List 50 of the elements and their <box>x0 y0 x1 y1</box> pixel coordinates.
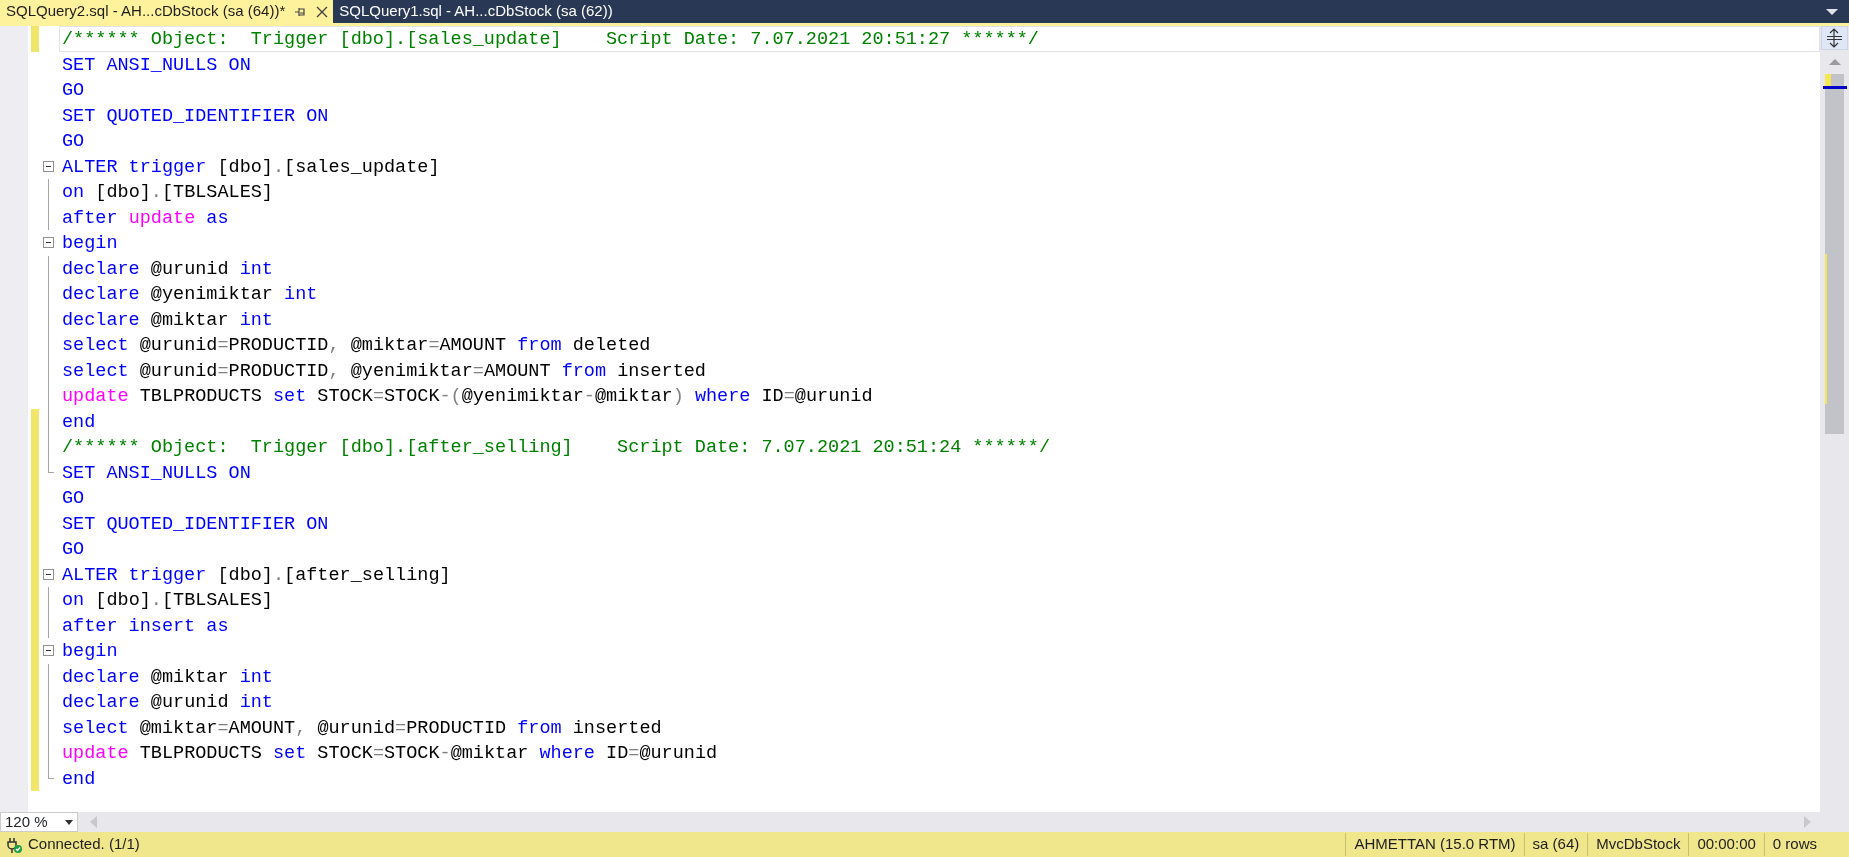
collapse-icon[interactable] <box>43 237 54 248</box>
code-line: select @miktar=AMOUNT, @urunid=PRODUCTID from inserted <box>61 716 663 740</box>
dropdown-icon[interactable] <box>1825 7 1839 16</box>
code-line: ALTER trigger [dbo].[sales_update] <box>61 155 441 179</box>
code-line: SET QUOTED_IDENTIFIER ON <box>61 104 330 128</box>
code-line: SET ANSI_NULLS ON <box>61 461 252 485</box>
code-line: after update as <box>61 206 230 230</box>
change-mark-indicator <box>1825 74 1831 86</box>
caret-icon <box>65 819 73 825</box>
code-line: GO <box>61 538 86 562</box>
status-field: sa (64) <box>1523 833 1588 856</box>
code-line: update TBLPRODUCTS set STOCK=STOCK-(@yenimiktar-@miktar) where ID=@urunid <box>61 385 874 409</box>
collapse-icon[interactable] <box>43 645 54 656</box>
code-line: update TBLPRODUCTS set STOCK=STOCK-@miktar where ID=@urunid <box>61 742 719 766</box>
document-tab[interactable]: SQLQuery2.sql - AH...cDbStock (sa (64))* <box>0 0 334 23</box>
code-line: end <box>61 410 97 434</box>
collapse-icon[interactable] <box>43 160 54 172</box>
code-line: SET ANSI_NULLS ON <box>61 53 252 77</box>
document-tab[interactable]: SQLQuery1.sql - AH...cDbStock (sa (62)) <box>333 0 619 23</box>
close-icon[interactable] <box>315 4 330 19</box>
caret-position-indicator <box>1823 86 1847 89</box>
code-line: begin <box>61 232 119 256</box>
status-field: 0 rows <box>1763 833 1825 856</box>
collapse-icon[interactable] <box>43 568 54 580</box>
code-line: declare @urunid int <box>61 691 274 715</box>
status-field: 00:00:00 <box>1688 833 1764 856</box>
code-line: GO <box>61 79 86 103</box>
scrollbar-thumb[interactable] <box>1825 74 1844 434</box>
status-message: Connected. (1/1) <box>28 834 140 855</box>
code-line: declare @yenimiktar int <box>61 283 319 307</box>
code-line: end <box>61 767 97 791</box>
code-line: GO <box>61 487 86 511</box>
code-line: begin <box>61 640 119 664</box>
code-line: GO <box>61 130 86 154</box>
status-field: AHMETTAN (15.0 RTM) <box>1345 833 1524 856</box>
code-line: select @urunid=PRODUCTID, @yenimiktar=AMOUNT from inserted <box>61 359 707 383</box>
connected-icon <box>6 836 22 853</box>
splitter-icon[interactable] <box>1821 26 1848 50</box>
code-line: declare @urunid int <box>61 257 274 281</box>
code-line: select @urunid=PRODUCTID, @miktar=AMOUNT from deleted <box>61 334 652 358</box>
code-line: after insert as <box>61 614 230 638</box>
code-line: ALTER trigger [dbo].[after_selling] <box>61 563 452 587</box>
code-line: declare @miktar int <box>61 665 274 689</box>
code-line: declare @miktar int <box>61 308 274 332</box>
code-line: /****** Object: Trigger [dbo].[after_selling] Script Date: 7.07.2021 20:51:24 ******/ <box>61 436 1052 460</box>
code-line: SET QUOTED_IDENTIFIER ON <box>61 512 330 536</box>
status-field: MvcDbStock <box>1587 833 1689 856</box>
code-line: on [dbo].[TBLSALES] <box>61 589 274 613</box>
code-line: on [dbo].[TBLSALES] <box>61 181 274 205</box>
zoom-dropdown[interactable]: 120 % <box>0 812 78 832</box>
